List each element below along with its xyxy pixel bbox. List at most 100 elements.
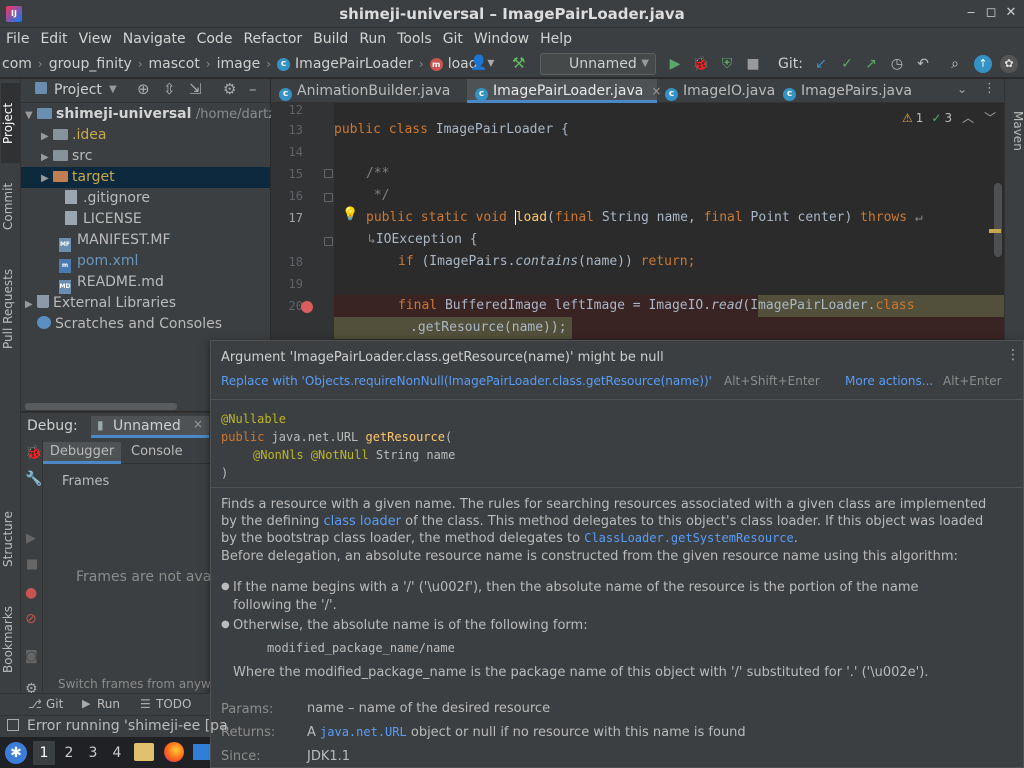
breadcrumb-image[interactable]: image <box>217 50 261 78</box>
status-message[interactable]: Error running 'shimeji-ee [pa <box>27 718 228 734</box>
more-actions-link[interactable]: More actions... <box>845 374 933 388</box>
tab-image-pairs[interactable]: c ImagePairs.java <box>775 79 955 103</box>
editor-scrollbar[interactable] <box>994 183 1002 257</box>
os-menu-icon[interactable]: ✱ <box>5 742 27 764</box>
tab-console[interactable]: Console <box>131 444 183 459</box>
menu-edit[interactable]: Edit <box>34 28 72 50</box>
stripe-commit-tab[interactable]: Commit <box>1 171 20 241</box>
menu-code[interactable]: Code <box>191 28 238 50</box>
tree-item-license[interactable]: LICENSE <box>21 209 270 230</box>
resume-icon[interactable]: ▶ <box>26 531 36 546</box>
class-loader-link[interactable]: class loader <box>323 514 401 529</box>
search-icon[interactable]: ⌕ <box>946 55 964 73</box>
coverage-icon[interactable]: ⛨ <box>718 55 736 73</box>
breadcrumb-com[interactable]: com <box>2 50 32 78</box>
stripe-pull-requests-tab[interactable]: Pull Requests <box>1 249 20 369</box>
camera-icon[interactable]: ◙ <box>25 649 38 664</box>
run-configuration-select[interactable]: Unnamed ▼ <box>540 53 656 75</box>
stripe-maven-tab[interactable]: Maven <box>1006 101 1024 161</box>
collapse-all-icon[interactable]: ⇲ <box>189 80 202 98</box>
hide-panel-icon[interactable]: – <box>249 80 257 98</box>
tab-list-chevron-icon[interactable]: ⌄ <box>957 82 967 96</box>
stripe-structure-tab[interactable]: Structure <box>1 499 20 579</box>
workspace-3[interactable]: 3 <box>82 741 104 765</box>
stop-icon[interactable]: ■ <box>744 55 762 73</box>
maximize-button[interactable]: ◻ <box>982 4 1000 22</box>
git-push-icon[interactable]: ↗ <box>862 55 880 73</box>
lightbulb-icon[interactable]: 💡 <box>342 207 358 222</box>
project-hscrollbar[interactable] <box>25 403 177 410</box>
more-icon[interactable]: ⋮ <box>1006 347 1020 363</box>
settings-icon[interactable]: ✿ <box>1000 55 1018 73</box>
close-button[interactable]: ✕ <box>1002 4 1020 22</box>
stripe-bookmarks-tab[interactable]: Bookmarks <box>1 594 20 684</box>
tree-root[interactable]: ▼ shimeji-universal /home/dartz <box>21 104 275 125</box>
workspace-1[interactable]: 1 <box>33 741 55 765</box>
tool-tab-git[interactable]: Git <box>46 697 63 711</box>
history-icon[interactable]: ◷ <box>888 55 906 73</box>
debug-session-tab[interactable]: ▮ Unnamed × <box>91 416 209 438</box>
expand-all-icon[interactable]: ⇳ <box>163 80 176 98</box>
project-view-select[interactable]: Project <box>54 82 102 98</box>
stop-icon[interactable]: ■ <box>26 557 38 572</box>
tree-item-scratches[interactable]: Scratches and Consoles <box>21 314 270 335</box>
menu-tools[interactable]: Tools <box>391 28 437 50</box>
tree-item-target[interactable]: ▶ target <box>21 167 270 188</box>
inspection-widget[interactable]: ⚠ 1 ✓ 3 ︿ ﹀ <box>902 109 996 126</box>
tab-image-pair-loader[interactable]: c ImagePairLoader.java × <box>467 79 661 103</box>
tool-window-toggle-icon[interactable] <box>7 719 19 731</box>
firefox-icon[interactable] <box>164 742 184 762</box>
menu-run[interactable]: Run <box>353 28 391 50</box>
tab-debugger[interactable]: Debugger <box>43 442 121 464</box>
git-update-icon[interactable]: ↙ <box>812 55 830 73</box>
chevron-up-icon[interactable]: ︿ <box>962 109 974 126</box>
tree-item-gitignore[interactable]: .gitignore <box>21 188 270 209</box>
tab-animation-builder[interactable]: c AnimationBuilder.java <box>271 79 467 103</box>
locate-icon[interactable]: ⊕ <box>137 80 150 98</box>
menu-refactor[interactable]: Refactor <box>237 28 307 50</box>
stripe-project-tab[interactable]: Project <box>1 83 20 163</box>
menu-file[interactable]: File <box>0 28 34 50</box>
fold-icon[interactable] <box>324 169 333 178</box>
breadcrumb-group-finity[interactable]: group_finity <box>49 50 132 78</box>
run-icon[interactable]: ▶ <box>666 55 684 73</box>
warning-marker[interactable] <box>989 229 1001 233</box>
menu-window[interactable]: Window <box>468 28 534 50</box>
tool-tab-todo[interactable]: TODO <box>156 697 191 711</box>
tree-item-manifest[interactable]: MF MANIFEST.MF <box>21 230 270 252</box>
debug-bug-icon[interactable]: 🐞 <box>692 55 710 73</box>
get-system-resource-link[interactable]: ClassLoader.getSystemResource <box>584 531 794 545</box>
fold-icon[interactable] <box>324 193 333 202</box>
tree-item-src[interactable]: ▶ src <box>21 146 270 167</box>
more-icon[interactable]: ⋮ <box>983 81 996 96</box>
tree-item-idea[interactable]: ▶ .idea <box>21 125 270 146</box>
menu-navigate[interactable]: Navigate <box>117 28 191 50</box>
url-class-link[interactable]: java.net.URL <box>320 725 407 739</box>
build-hammer-icon[interactable]: ⚒ <box>512 54 525 72</box>
debug-bug-icon[interactable]: 🐞 <box>25 445 42 461</box>
breadcrumb-mascot[interactable]: mascot <box>149 50 200 78</box>
menu-view[interactable]: View <box>73 28 117 50</box>
fold-icon[interactable] <box>324 237 333 246</box>
quick-fix-link[interactable]: Replace with 'Objects.requireNonNull(Ima… <box>221 374 712 388</box>
mute-breakpoints-icon[interactable]: ⊘ <box>25 611 37 627</box>
git-commit-icon[interactable]: ✓ <box>838 55 856 73</box>
tool-tab-run[interactable]: Run <box>97 697 120 711</box>
gear-icon[interactable]: ⚙ <box>223 80 236 98</box>
minimize-button[interactable]: ‒ <box>962 4 980 22</box>
menu-help[interactable]: Help <box>534 28 577 50</box>
close-icon[interactable]: × <box>193 417 203 431</box>
rollback-icon[interactable]: ↶ <box>914 55 932 73</box>
view-breakpoints-icon[interactable]: ● <box>25 585 37 601</box>
update-ide-icon[interactable]: ↑ <box>974 55 992 73</box>
chevron-down-icon[interactable]: ▼ <box>109 84 117 95</box>
breakpoint-icon[interactable] <box>301 301 313 313</box>
tree-item-external-libraries[interactable]: ▶ External Libraries <box>21 293 270 314</box>
menu-git[interactable]: Git <box>437 28 468 50</box>
workspace-4[interactable]: 4 <box>106 741 128 765</box>
menu-build[interactable]: Build <box>307 28 353 50</box>
code-editor[interactable]: public class ImagePairLoader { /** */ 💡 … <box>334 103 1004 345</box>
tab-image-io[interactable]: c ImageIO.java <box>657 79 775 103</box>
user-icon[interactable]: 👤▾ <box>470 55 494 71</box>
tree-item-readme[interactable]: MD README.md <box>21 272 270 294</box>
